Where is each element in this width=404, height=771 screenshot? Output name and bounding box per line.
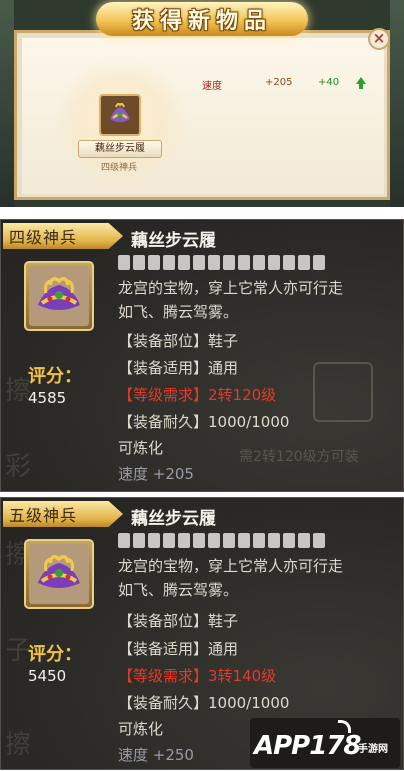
level-requirement-line: 【等级需求】3转140级 <box>118 667 277 685</box>
gem-slot <box>268 255 280 270</box>
up-arrow-icon <box>356 77 366 84</box>
popup-title-banner: 获得新物品 <box>96 2 308 36</box>
popup-left-edge <box>0 0 14 207</box>
score-value: 4585 <box>28 389 67 407</box>
background-slot <box>313 362 373 422</box>
boots-icon <box>110 102 130 122</box>
background-text: 需2转120级方可装 <box>239 449 359 465</box>
popup-right-edge <box>390 0 404 207</box>
gem-slot <box>163 255 175 270</box>
boots-icon <box>38 277 80 310</box>
description-line: 龙宫的宝物，穿上它常人亦可行走 <box>118 279 344 297</box>
item-description: 龙宫的宝物，穿上它常人亦可行走 如飞、腾云驾雾。 <box>118 554 402 602</box>
item-tooltip-level4: 擦 彩 需2转120级方可装 四级神兵 藕丝步云履 评分： 4585 龙宫的宝物… <box>0 219 404 492</box>
gem-slot <box>268 533 280 548</box>
new-item-popup: 获得新物品 × 藕丝步云履 四级神兵 速度 +205 +40 <box>0 0 404 207</box>
gem-slot <box>208 255 220 270</box>
refine-line: 可炼化 <box>118 720 164 738</box>
stat-value: +205 <box>265 77 293 88</box>
description-line: 如飞、腾云驾雾。 <box>118 581 239 599</box>
gem-slot <box>238 533 250 548</box>
item-name-plate: 藕丝步云履 <box>78 140 162 158</box>
gem-slot <box>313 255 325 270</box>
item-icon-frame <box>24 261 94 331</box>
gem-slot <box>208 533 220 548</box>
gem-slot <box>178 255 190 270</box>
item-rank: 四级神兵 <box>100 163 137 173</box>
close-button[interactable]: × <box>368 28 390 50</box>
gem-slot <box>253 533 265 548</box>
boots-icon <box>38 555 80 588</box>
equip-use-line: 【装备适用】通用 <box>118 640 239 658</box>
gem-slot <box>118 533 130 548</box>
gem-slot <box>193 255 205 270</box>
gem-slot <box>283 255 295 270</box>
description-line: 龙宫的宝物，穿上它常人亦可行走 <box>118 557 344 575</box>
item-icon[interactable] <box>99 94 141 136</box>
equip-slot-line: 【装备部位】鞋子 <box>118 612 239 630</box>
gem-slot <box>298 255 310 270</box>
up-arrow-stem <box>359 84 363 89</box>
gem-slots <box>118 533 325 548</box>
equip-use-line: 【装备适用】通用 <box>118 359 239 377</box>
gem-slot <box>313 533 325 548</box>
score-value: 5450 <box>28 667 67 685</box>
gem-slot <box>193 533 205 548</box>
speed-line: 速度 +205 <box>118 465 194 483</box>
durability-line: 【装备耐久】1000/1000 <box>118 413 290 431</box>
gem-slot <box>148 533 160 548</box>
stat-name: 速度 <box>202 81 222 92</box>
stat-increase: +40 <box>318 77 340 88</box>
gem-slot <box>118 255 130 270</box>
score-label: 评分： <box>28 644 82 665</box>
item-description: 龙宫的宝物，穿上它常人亦可行走 如飞、腾云驾雾。 <box>118 276 402 324</box>
background-glyph: 擦 <box>5 730 32 760</box>
description-line: 如飞、腾云驾雾。 <box>118 303 239 321</box>
refine-line: 可炼化 <box>118 439 164 457</box>
gem-slot <box>283 533 295 548</box>
item-name: 藕丝步云履 <box>131 231 216 251</box>
gem-slot <box>133 255 145 270</box>
item-icon-frame <box>24 539 94 609</box>
gem-slot <box>133 533 145 548</box>
gem-slot <box>298 533 310 548</box>
watermark-logo-text: APP178 <box>254 731 362 761</box>
rank-badge-label: 四级神兵 <box>9 228 78 247</box>
popup-title: 获得新物品 <box>131 8 272 34</box>
gem-slot <box>253 255 265 270</box>
item-name: 藕丝步云履 <box>131 509 216 529</box>
gem-slots <box>118 255 325 270</box>
gem-slot <box>163 533 175 548</box>
watermark-sub-text: 手游网 <box>358 744 388 755</box>
speed-line: 速度 +250 <box>118 746 194 764</box>
gem-slot <box>178 533 190 548</box>
gem-slot <box>238 255 250 270</box>
gem-slot <box>223 255 235 270</box>
gem-slot <box>148 255 160 270</box>
item-icon <box>29 266 89 326</box>
equip-slot-line: 【装备部位】鞋子 <box>118 332 239 350</box>
item-icon <box>29 544 89 604</box>
rank-badge-label: 五级神兵 <box>9 506 78 525</box>
background-glyph: 彩 <box>5 452 32 482</box>
level-requirement-line: 【等级需求】2转120级 <box>118 386 277 404</box>
gem-slot <box>223 533 235 548</box>
durability-line: 【装备耐久】1000/1000 <box>118 694 290 712</box>
score-label: 评分： <box>28 366 82 387</box>
